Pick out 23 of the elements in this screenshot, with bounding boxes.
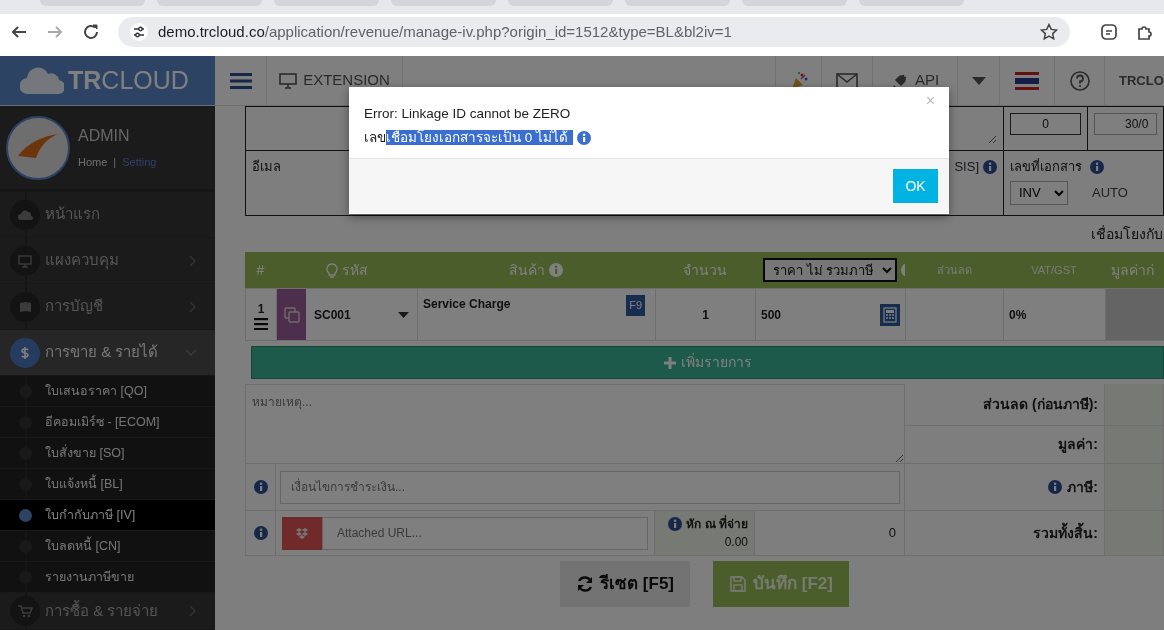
section-label: เชื่อมโยงกับ — [1091, 224, 1163, 244]
withholding-value: 0 — [888, 524, 896, 543]
total-label: ส่วนลด (ก่อนภาษี): — [983, 395, 1098, 414]
column-header: สินค้า — [509, 260, 545, 280]
total-label: มูลค่า: — [1058, 435, 1098, 455]
column-header: VAT/GST — [1031, 262, 1077, 278]
column-header: มูลค่าก่ — [1111, 260, 1154, 281]
withholding-label: หัก ณ ที่จ่าย — [686, 515, 748, 533]
logo-text: TRCLOUD — [68, 64, 189, 96]
column-header: รหัส — [341, 260, 368, 280]
user-name: ADMIN — [78, 126, 131, 147]
total-label: ภาษี: — [1067, 477, 1098, 497]
link-separator: | — [113, 155, 117, 171]
field-label: เลขที่เอกสาร — [1010, 157, 1082, 176]
withholding-amount: 0.00 — [724, 534, 748, 551]
field-label: SIS] — [954, 158, 979, 176]
column-header: # — [256, 260, 265, 280]
doc-number-mode: AUTO — [1092, 183, 1128, 202]
column-header: ส่วนลด — [936, 262, 972, 278]
dialog-title: Error: Linkage ID cannot be ZERO — [364, 105, 572, 123]
total-label: รวมทั้งสิ้น: — [1033, 522, 1098, 543]
field-label: อีเมล — [252, 158, 281, 176]
column-header: จำนวน — [683, 260, 727, 280]
